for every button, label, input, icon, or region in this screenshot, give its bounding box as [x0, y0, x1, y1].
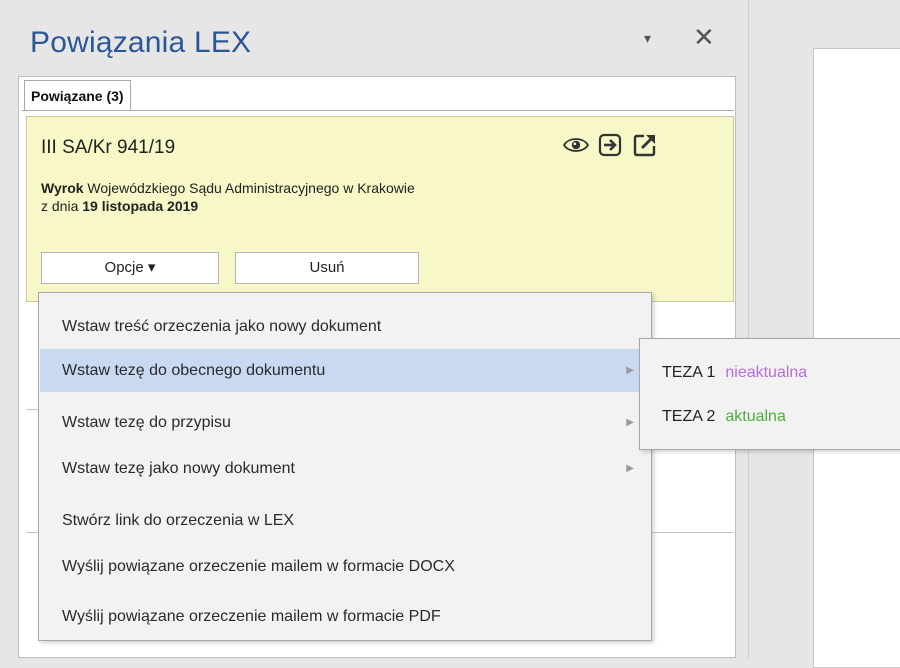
options-context-menu: Wstaw treść orzeczenia jako nowy dokumen… — [38, 292, 652, 641]
menu-item-insert-thesis-footnote[interactable]: Wstaw tezę do przypisu ▶ — [40, 401, 650, 444]
judgment-description: Wyrok Wojewódzkiego Sądu Administracyjne… — [41, 179, 415, 215]
thesis-submenu: TEZA 1 nieaktualna TEZA 2 aktualna — [639, 338, 900, 450]
menu-item-label: Wstaw treść orzeczenia jako nowy dokumen… — [62, 318, 382, 335]
document-area — [748, 0, 900, 668]
judgment-type: Wyrok — [41, 180, 84, 196]
pane-close-icon[interactable]: ✕ — [693, 24, 715, 50]
related-judgment-card: III SA/Kr 941/19 Wyrok Wojewódzkiego Sąd… — [26, 116, 734, 302]
date-prefix: z dnia — [41, 198, 83, 214]
submenu-item-teza-2[interactable]: TEZA 2 aktualna — [662, 397, 786, 437]
thesis-label: TEZA 1 — [662, 364, 716, 381]
court-name: Wojewódzkiego Sądu Administracyjnego w K… — [83, 180, 415, 196]
card-actions — [563, 131, 659, 159]
menu-item-label: Wyślij powiązane orzeczenie mailem w for… — [62, 558, 455, 575]
insert-arrow-icon[interactable] — [597, 132, 623, 158]
submenu-arrow-icon: ▶ — [626, 463, 634, 474]
menu-item-insert-thesis-current-doc[interactable]: Wstaw tezę do obecnego dokumentu ▶ — [40, 349, 650, 392]
pane-title: Powiązania LEX — [30, 26, 252, 59]
pane-options-dropdown-icon[interactable]: ▾ — [644, 30, 651, 47]
submenu-arrow-icon: ▶ — [626, 417, 634, 428]
submenu-item-teza-1[interactable]: TEZA 1 nieaktualna — [662, 353, 807, 393]
eye-icon[interactable] — [563, 136, 589, 154]
open-external-icon[interactable] — [631, 131, 659, 159]
submenu-arrow-icon: ▶ — [626, 365, 634, 376]
menu-item-label: Stwórz link do orzeczenia w LEX — [62, 512, 295, 529]
menu-item-email-docx[interactable]: Wyślij powiązane orzeczenie mailem w for… — [40, 545, 650, 588]
list-separator — [26, 409, 38, 410]
menu-item-insert-judgment-new-doc[interactable]: Wstaw treść orzeczenia jako nowy dokumen… — [40, 305, 650, 348]
menu-item-label: Wyślij powiązane orzeczenie mailem w for… — [62, 608, 441, 625]
judgment-date: 19 listopada 2019 — [82, 198, 199, 214]
tab-powiazane[interactable]: Powiązane (3) — [24, 80, 131, 110]
menu-item-email-pdf[interactable]: Wyślij powiązane orzeczenie mailem w for… — [40, 595, 650, 638]
thesis-status: nieaktualna — [725, 364, 808, 381]
menu-item-insert-thesis-new-doc[interactable]: Wstaw tezę jako nowy dokument ▶ — [40, 447, 650, 490]
judgment-signature: III SA/Kr 941/19 — [41, 137, 176, 158]
menu-item-label: Wstaw tezę do obecnego dokumentu — [62, 362, 326, 379]
thesis-status: aktualna — [725, 408, 786, 425]
delete-button[interactable]: Usuń — [235, 252, 419, 284]
thesis-label: TEZA 2 — [662, 408, 716, 425]
menu-item-label: Wstaw tezę jako nowy dokument — [62, 460, 295, 477]
menu-item-create-link[interactable]: Stwórz link do orzeczenia w LEX — [40, 499, 650, 542]
tab-divider — [22, 110, 734, 111]
menu-item-label: Wstaw tezę do przypisu — [62, 414, 231, 431]
options-button[interactable]: Opcje ▾ — [41, 252, 219, 284]
